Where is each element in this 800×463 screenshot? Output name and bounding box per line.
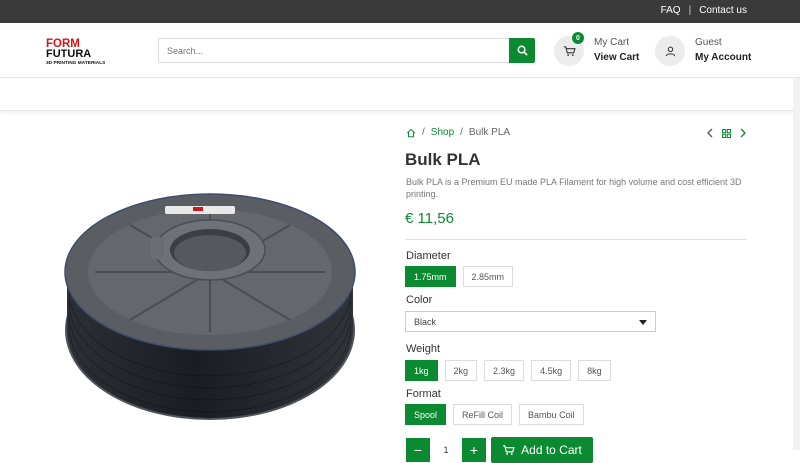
- diameter-label: Diameter: [406, 250, 451, 262]
- format-option[interactable]: Bambu Coil: [519, 404, 584, 425]
- quantity-minus-button[interactable]: −: [406, 438, 430, 462]
- product-description: Bulk PLA is a Premium EU made PLA Filame…: [406, 177, 742, 199]
- top-links: FAQ | Contact us: [661, 5, 747, 16]
- top-separator: |: [688, 5, 692, 16]
- breadcrumb-current: Bulk PLA: [468, 127, 511, 138]
- cart-widget[interactable]: 0 My Cart View Cart: [554, 32, 644, 68]
- weight-option[interactable]: 8kg: [578, 360, 611, 381]
- account-icon-circle[interactable]: [655, 36, 685, 66]
- diameter-option[interactable]: 2.85mm: [462, 266, 514, 287]
- chevron-left-icon[interactable]: [706, 128, 714, 138]
- search-input[interactable]: [159, 39, 509, 62]
- add-to-cart-label: Add to Cart: [521, 443, 582, 457]
- site-header: FORM FUTURA 3D PRINTING MATERIALS 0 My C…: [0, 23, 800, 78]
- product-price: € 11,56: [405, 210, 454, 227]
- divider: [405, 239, 747, 240]
- weight-option[interactable]: 1kg: [405, 360, 438, 381]
- format-option[interactable]: ReFill Coil: [453, 404, 513, 425]
- color-select-value: Black: [414, 316, 437, 327]
- main-nav-bar: [0, 78, 800, 111]
- search-icon: [517, 45, 528, 56]
- add-to-cart-button[interactable]: Add to Cart: [491, 437, 593, 463]
- formfutura-logo[interactable]: FORM FUTURA 3D PRINTING MATERIALS: [45, 36, 117, 66]
- view-cart-link[interactable]: View Cart: [594, 52, 639, 63]
- my-account-link[interactable]: My Account: [695, 52, 751, 63]
- breadcrumb-shop[interactable]: Shop: [431, 127, 454, 138]
- user-icon: [665, 46, 675, 56]
- product-pager: [706, 128, 747, 138]
- cart-icon-circle[interactable]: 0: [554, 32, 584, 66]
- cart-icon: [563, 46, 576, 56]
- weight-option[interactable]: 2.3kg: [484, 360, 525, 381]
- search-box: [158, 38, 535, 63]
- contact-link[interactable]: Contact us: [699, 5, 747, 16]
- page-scrollbar[interactable]: [793, 78, 800, 450]
- quantity-plus-button[interactable]: +: [462, 438, 486, 462]
- weight-option[interactable]: 2kg: [444, 360, 478, 381]
- home-icon[interactable]: [406, 128, 416, 138]
- search-button[interactable]: [509, 38, 535, 63]
- diameter-option[interactable]: 1.75mm: [405, 266, 456, 287]
- breadcrumb-separator: /: [422, 127, 425, 138]
- logo-tagline: 3D PRINTING MATERIALS: [46, 60, 106, 66]
- grid-icon[interactable]: [722, 128, 731, 138]
- logo-line2: FUTURA: [46, 48, 91, 60]
- product-title: Bulk PLA: [405, 150, 481, 169]
- format-options: Spool ReFill Coil Bambu Coil: [405, 404, 584, 425]
- cart-label: My Cart: [594, 37, 629, 48]
- breadcrumb: / Shop / Bulk PLA: [406, 127, 510, 138]
- weight-label: Weight: [406, 343, 441, 355]
- breadcrumb-separator: /: [460, 127, 463, 138]
- chevron-right-icon[interactable]: [739, 128, 747, 138]
- top-bar: FAQ | Contact us: [0, 0, 800, 23]
- diameter-options: 1.75mm 2.85mm: [405, 266, 514, 287]
- weight-option[interactable]: 4.5kg: [531, 360, 572, 381]
- guest-label: Guest: [695, 37, 722, 48]
- cart-count-badge: 0: [572, 32, 584, 44]
- cart-icon: [503, 445, 515, 455]
- faq-link[interactable]: FAQ: [661, 5, 681, 16]
- product-image-spool[interactable]: [55, 180, 365, 430]
- quantity-stepper: − 1 +: [406, 438, 486, 462]
- quantity-input[interactable]: 1: [430, 438, 462, 462]
- format-label: Format: [406, 388, 441, 400]
- format-option[interactable]: Spool: [405, 404, 447, 425]
- color-select[interactable]: Black: [405, 311, 656, 332]
- weight-options: 1kg 2kg 2.3kg 4.5kg 8kg: [405, 360, 611, 381]
- chevron-down-icon: [639, 320, 647, 325]
- color-label: Color: [406, 294, 433, 306]
- account-widget[interactable]: Guest My Account: [655, 36, 755, 68]
